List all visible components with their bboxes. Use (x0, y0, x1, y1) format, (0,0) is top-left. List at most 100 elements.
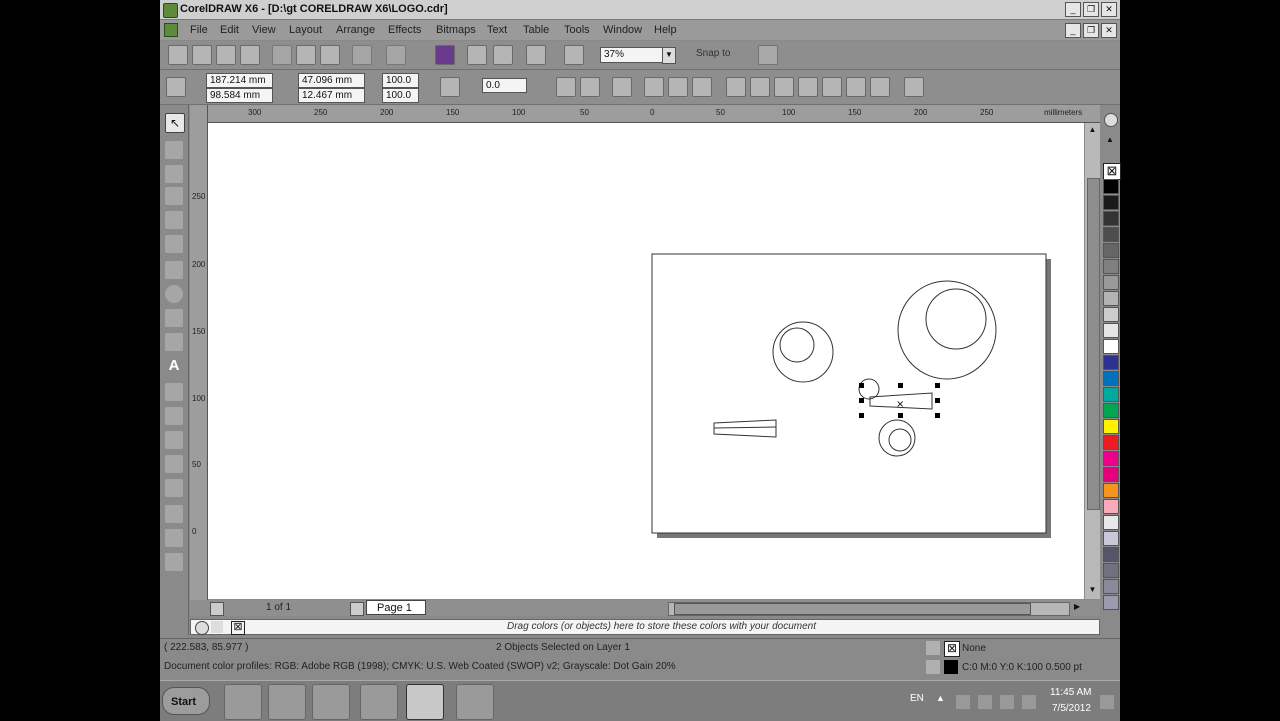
selection-center-marker[interactable]: × (896, 399, 904, 410)
rectangle-tool-icon[interactable] (165, 261, 183, 279)
palette-swatch[interactable] (1103, 435, 1119, 450)
minimize-button[interactable]: _ (1065, 2, 1081, 17)
selection-handle[interactable] (935, 413, 940, 418)
weld-icon[interactable] (750, 77, 770, 97)
palette-options-icon[interactable] (1104, 113, 1118, 127)
blend-tool-icon[interactable] (165, 455, 183, 473)
palette-swatch[interactable] (1103, 179, 1119, 194)
start-button[interactable]: Start (162, 687, 210, 715)
volume-icon[interactable] (1022, 695, 1036, 709)
palette-swatch[interactable] (1103, 323, 1119, 338)
palette-swatch[interactable] (1103, 259, 1119, 274)
scroll-right-icon[interactable]: ▶ (1074, 602, 1084, 614)
back-minus-front-icon[interactable] (870, 77, 890, 97)
palette-swatch[interactable] (1103, 195, 1119, 210)
y-position-field[interactable]: 98.584 mm (206, 88, 273, 103)
close-button[interactable]: ✕ (1101, 2, 1117, 17)
export-icon[interactable] (493, 45, 513, 65)
internet-explorer-icon[interactable] (224, 684, 262, 720)
scroll-down-icon[interactable]: ▼ (1087, 585, 1098, 595)
ellipse-tool-icon[interactable] (165, 285, 183, 303)
menu-arrange[interactable]: Arrange (336, 24, 375, 36)
selection-handle[interactable] (898, 413, 903, 418)
menu-bitmaps[interactable]: Bitmaps (436, 24, 476, 36)
palette-swatch[interactable] (1103, 403, 1119, 418)
vertical-ruler[interactable]: 250 200 150 100 50 0 (190, 122, 208, 600)
lock-ratio-icon[interactable] (440, 77, 460, 97)
palette-swatch[interactable] (1103, 339, 1119, 354)
no-color-icon[interactable]: ⊠ (231, 621, 245, 635)
app-launcher-icon[interactable] (526, 45, 546, 65)
palette-swatch[interactable] (1103, 227, 1119, 242)
selection-handle[interactable] (935, 383, 940, 388)
copy-icon[interactable] (296, 45, 316, 65)
clock-time[interactable]: 11:45 AM (1050, 687, 1092, 698)
fill-indicator-icon[interactable] (926, 641, 940, 655)
palette-swatch[interactable] (1103, 291, 1119, 306)
media-player-icon[interactable] (312, 684, 350, 720)
palette-swatch[interactable] (1103, 243, 1119, 258)
pick-tool-icon[interactable]: ↖ (165, 113, 185, 133)
palette-swatch[interactable] (1103, 547, 1119, 562)
menu-help[interactable]: Help (654, 24, 677, 36)
document-color-profiles[interactable]: Document color profiles: RGB: Adobe RGB … (164, 661, 676, 672)
tray-icon-1[interactable] (956, 695, 970, 709)
palette-swatch[interactable] (1103, 499, 1119, 514)
welcome-screen-icon[interactable] (564, 45, 584, 65)
palette-swatch[interactable] (1103, 307, 1119, 322)
shape-tool-icon[interactable] (165, 141, 183, 159)
document-palette-tray[interactable]: ⊠ Drag colors (or objects) here to store… (190, 619, 1100, 635)
horizontal-scroll-thumb[interactable] (674, 603, 1031, 615)
tray-icon-2[interactable] (978, 695, 992, 709)
first-page-icon[interactable] (210, 602, 224, 616)
palette-swatch[interactable] (1103, 451, 1119, 466)
palette-scroll-up-icon[interactable]: ▲ (1106, 135, 1116, 147)
mirror-horizontal-icon[interactable] (556, 77, 576, 97)
no-color-swatch[interactable]: ⊠ (1103, 163, 1121, 180)
selection-handle[interactable] (859, 398, 864, 403)
palette-swatch[interactable] (1103, 355, 1119, 370)
vertical-scroll-thumb[interactable] (1087, 178, 1100, 510)
doc-minimize-button[interactable]: _ (1065, 23, 1081, 38)
palette-swatch[interactable] (1103, 595, 1119, 610)
document-page[interactable] (651, 253, 1047, 534)
simplify-icon[interactable] (822, 77, 842, 97)
doc-close-button[interactable]: ✕ (1101, 23, 1117, 38)
show-desktop-icon[interactable] (1100, 695, 1114, 709)
ruler-origin[interactable] (190, 105, 208, 123)
ungroup-icon[interactable] (668, 77, 688, 97)
smart-fill-tool-icon[interactable] (165, 235, 183, 253)
save-icon[interactable] (216, 45, 236, 65)
table-tool-icon[interactable] (165, 383, 183, 401)
cut-icon[interactable] (272, 45, 292, 65)
palette-swatch[interactable] (1103, 483, 1119, 498)
selection-handle[interactable] (935, 398, 940, 403)
doc-restore-button[interactable]: ❐ (1083, 23, 1099, 38)
text-tool-icon[interactable]: A (165, 357, 183, 375)
scale-y-field[interactable]: 100.0 (382, 88, 419, 103)
selection-handle[interactable] (859, 383, 864, 388)
coreldraw-taskbar-icon[interactable] (406, 684, 444, 720)
outline-indicator-icon[interactable] (926, 660, 940, 674)
file-explorer-icon[interactable] (268, 684, 306, 720)
freehand-tool-icon[interactable] (165, 211, 183, 229)
scroll-up-icon[interactable]: ▲ (1087, 125, 1098, 135)
add-page-icon[interactable] (350, 602, 364, 616)
create-boundary-icon[interactable] (904, 77, 924, 97)
ungroup-all-icon[interactable] (692, 77, 712, 97)
parallel-dimension-tool-icon[interactable] (165, 407, 183, 425)
firefox-icon[interactable] (360, 684, 398, 720)
palette-swatch[interactable] (1103, 419, 1119, 434)
search-content-icon[interactable] (435, 45, 455, 65)
color-eyedropper-tool-icon[interactable] (165, 479, 183, 497)
menu-tools[interactable]: Tools (564, 24, 590, 36)
front-minus-back-icon[interactable] (846, 77, 866, 97)
width-field[interactable]: 47.096 mm (298, 73, 365, 88)
group-icon[interactable] (644, 77, 664, 97)
print-icon[interactable] (240, 45, 260, 65)
polygon-tool-icon[interactable] (165, 309, 183, 327)
palette-swatch[interactable] (1103, 579, 1119, 594)
menu-file[interactable]: File (190, 24, 208, 36)
rotation-angle-field[interactable]: 0.0 (482, 78, 527, 93)
vertical-scrollbar[interactable]: ▲ ▼ (1085, 123, 1100, 599)
